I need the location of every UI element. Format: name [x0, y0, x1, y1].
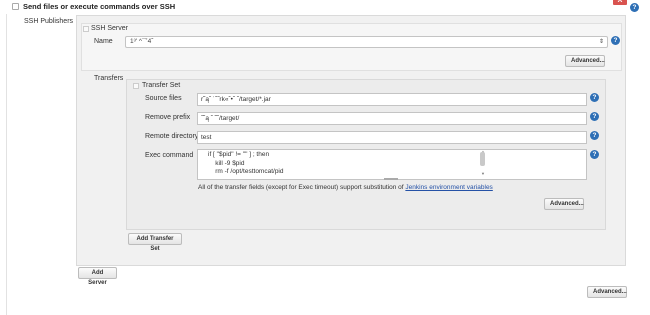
substitution-note-text: All of the transfer fields (except for E… [198, 184, 406, 191]
scroll-down-icon[interactable]: ▼ [481, 172, 485, 176]
jenkins-env-vars-link[interactable]: Jenkins environment variables [405, 184, 492, 191]
remote-directory-label: Remote directory [145, 133, 199, 140]
help-icon[interactable]: ? [590, 131, 599, 140]
transfer-advanced-button[interactable]: Advanced... [544, 198, 584, 210]
delete-button[interactable]: X [613, 0, 627, 5]
source-files-label: Source files [145, 95, 182, 102]
server-name-value: 1³' ^¯˚4ˆ [130, 38, 154, 45]
ssh-publishers-label: SSH Publishers [24, 18, 74, 25]
chevron-updown-icon: ⇕ [598, 39, 604, 45]
help-icon[interactable]: ? [590, 150, 599, 159]
ssh-server-handle [83, 26, 89, 32]
add-transfer-set-button[interactable]: Add Transfer Set [128, 233, 182, 252]
publish-ssh-checkbox[interactable] [12, 3, 19, 10]
add-server-button[interactable]: Add Server [78, 267, 117, 286]
remove-prefix-input[interactable]: ˝ˆą ˆ ˜ˆ/target/ [197, 112, 587, 125]
help-icon[interactable]: ? [590, 112, 599, 121]
source-files-input[interactable]: r˜ąˆ ˙ˆ˝rk«ˆ•ˆ ˆ/target/*.jar [197, 93, 587, 106]
transfer-set-handle [133, 83, 139, 89]
section-border [6, 14, 7, 315]
section-header: Send files or execute commands over SSH [0, 0, 650, 14]
substitution-note: All of the transfer fields (except for E… [198, 184, 493, 191]
transfers-label: Transfers [94, 75, 124, 82]
exec-scrollbar[interactable] [480, 152, 485, 166]
server-advanced-button[interactable]: Advanced... [565, 55, 605, 67]
bottom-advanced-button[interactable]: Advanced... [587, 286, 627, 298]
exec-command-textarea[interactable]: if [ "$pid" != "" ] ; then kill -9 $pid … [197, 149, 587, 180]
help-icon[interactable]: ? [630, 3, 639, 12]
server-name-select[interactable]: 1³' ^¯˚4ˆ ⇕ [125, 36, 608, 48]
transfer-set-title: Transfer Set [142, 82, 181, 89]
ssh-server-title: SSH Server [91, 25, 128, 32]
exec-line: if [ "$pid" != "" ] ; then [208, 151, 270, 158]
name-label: Name [94, 38, 113, 45]
help-icon[interactable]: ? [590, 93, 599, 102]
textarea-resize-handle[interactable] [384, 178, 398, 180]
remote-directory-input[interactable]: test [197, 131, 587, 144]
remove-prefix-label: Remove prefix [145, 114, 191, 121]
exec-command-label: Exec command [145, 152, 194, 159]
section-title: Send files or execute commands over SSH [23, 2, 176, 11]
exec-line: rm -f /opt/testtomcat/pid [208, 168, 284, 175]
help-icon[interactable]: ? [611, 36, 620, 45]
exec-line: kill -9 $pid [208, 159, 245, 167]
